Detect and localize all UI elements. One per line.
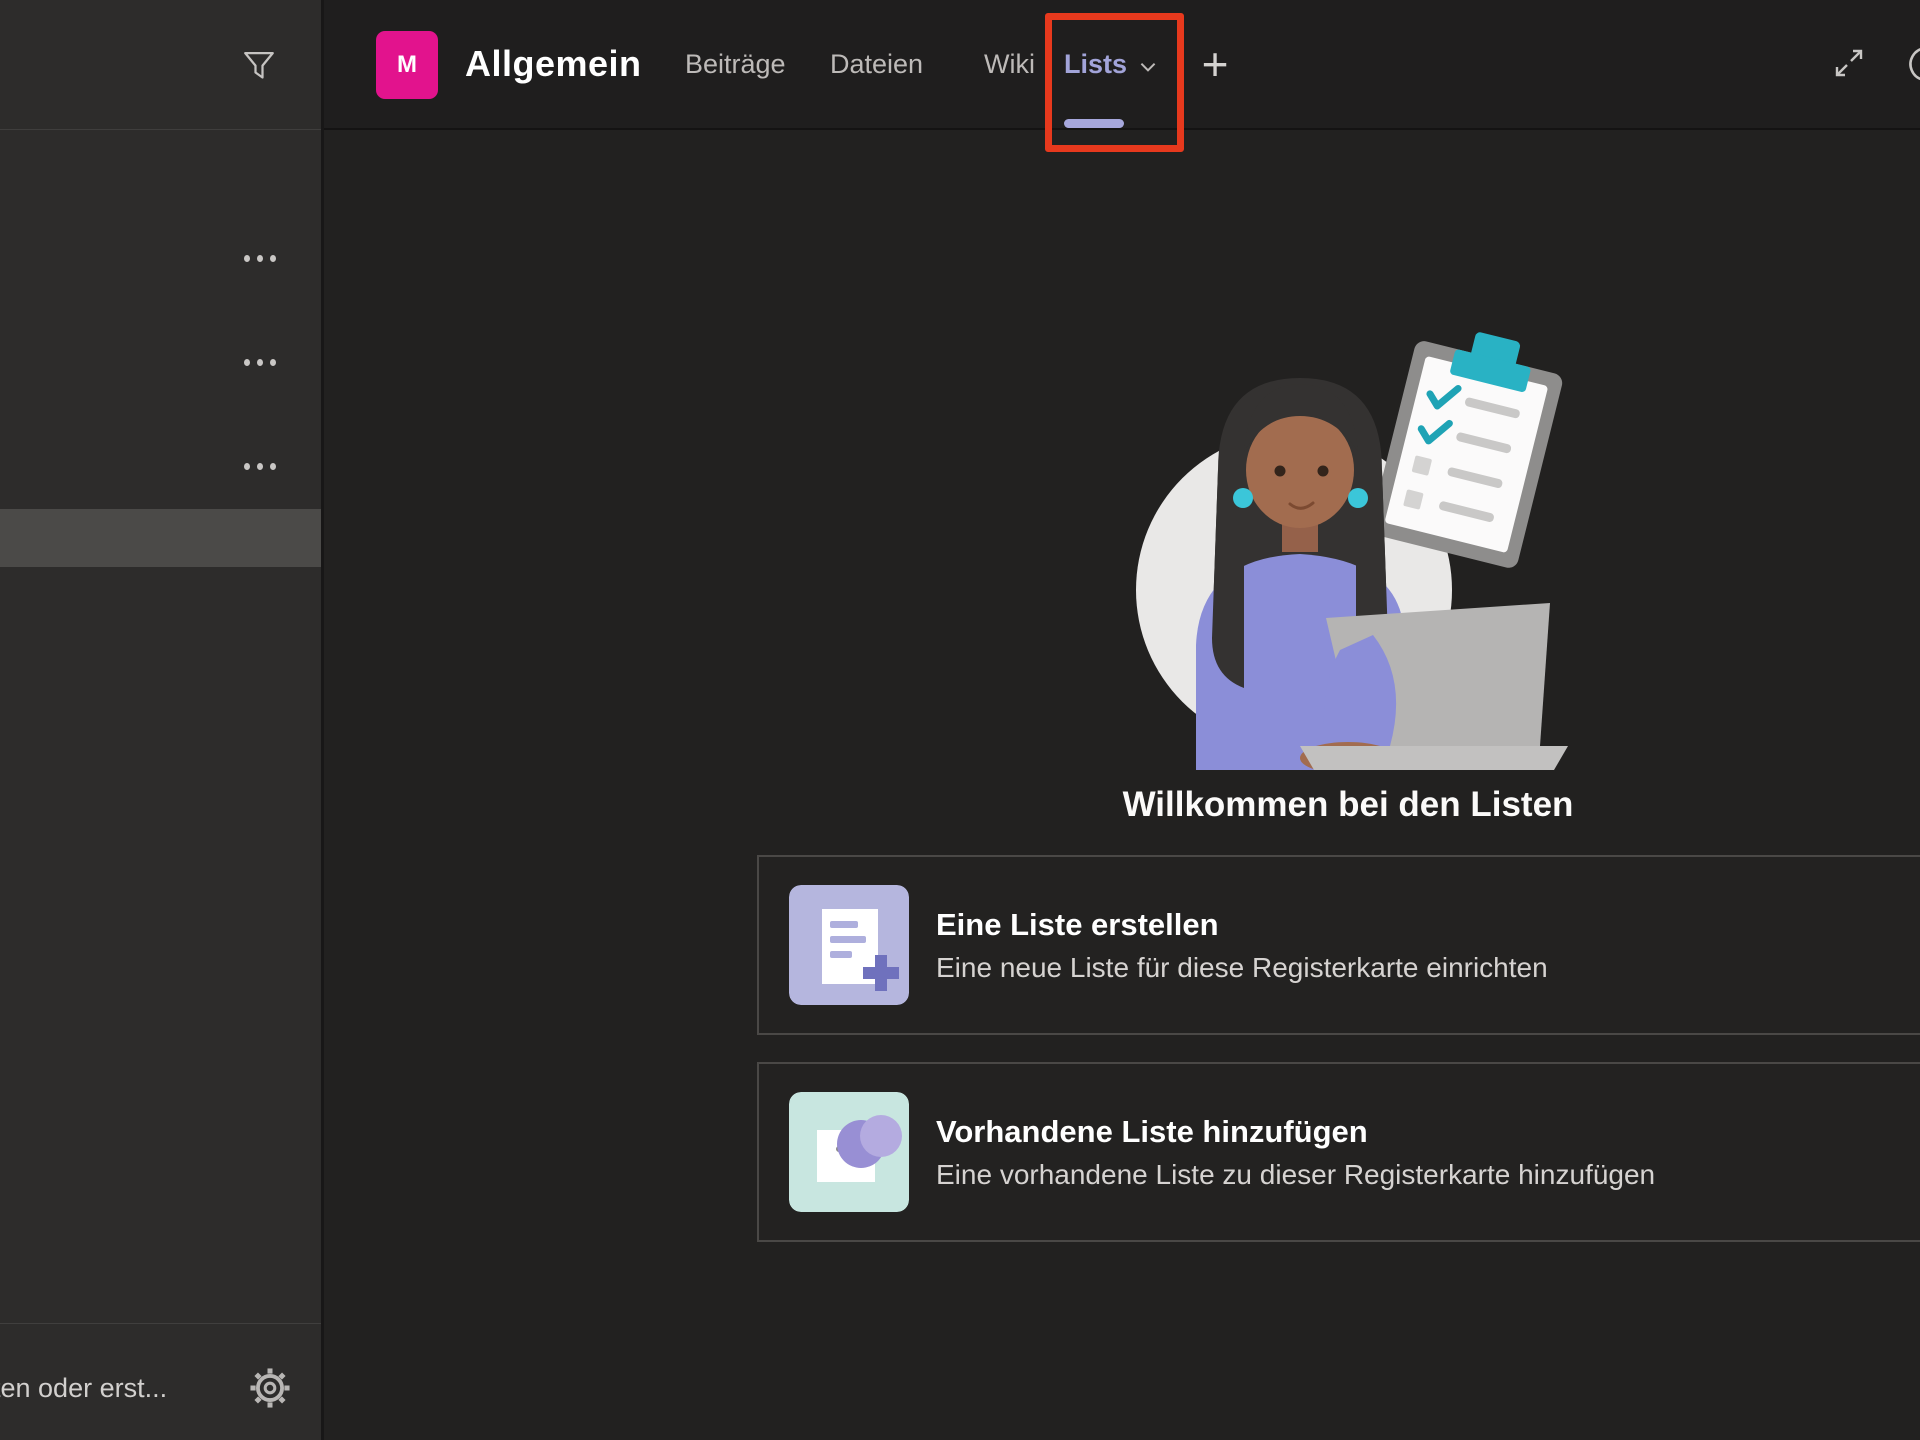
gear-icon [247,1365,293,1411]
chevron-down-icon [1137,56,1159,78]
card-description: Eine vorhandene Liste zu dieser Register… [936,1158,1655,1192]
tab-beitraege[interactable]: Beiträge [685,0,786,128]
tab-dateien[interactable]: Dateien [830,0,923,128]
channel-header: M Allgemein Beiträge Dateien Wiki Lists … [324,0,1920,130]
card-title: Vorhandene Liste hinzufügen [936,1113,1655,1150]
add-tab-button[interactable]: + [1193,0,1237,128]
expand-icon [1831,45,1867,81]
channel-avatar: M [376,31,438,99]
card-title: Eine Liste erstellen [936,906,1548,943]
add-existing-list-icon [789,1092,909,1212]
more-options-button[interactable] [238,451,282,481]
page-title: Allgemein [465,0,642,128]
tab-lists[interactable]: Lists [1064,0,1159,128]
filter-icon [239,45,279,85]
create-list-card[interactable]: Eine Liste erstellen Eine neue Liste für… [757,855,1920,1035]
card-text: Eine Liste erstellen Eine neue Liste für… [936,906,1548,985]
more-options-icon [244,463,250,470]
welcome-title: Willkommen bei den Listen [757,784,1920,826]
sidebar: ten oder erst... [0,0,321,1440]
sidebar-header [0,0,321,130]
card-description: Eine neue Liste für diese Registerkarte … [936,951,1548,985]
tab-wiki[interactable]: Wiki [984,0,1035,128]
refresh-button[interactable] [1902,40,1920,88]
sidebar-footer: ten oder erst... [0,1323,321,1440]
join-or-create-label[interactable]: ten oder erst... [0,1373,167,1404]
avatar-initial: M [397,51,417,79]
more-options-button[interactable] [238,347,282,377]
plus-icon: + [1202,41,1229,87]
more-options-button[interactable] [238,243,282,273]
card-text: Vorhandene Liste hinzufügen Eine vorhand… [936,1113,1655,1192]
refresh-icon [1902,40,1920,88]
expand-button[interactable] [1831,45,1867,81]
filter-button[interactable] [239,45,279,85]
manage-channels-button[interactable] [247,1365,293,1411]
lists-welcome-panel: Willkommen bei den Listen Eine Liste ers… [757,130,1920,1242]
more-options-icon [244,255,250,262]
sidebar-main-divider [321,0,324,1440]
add-existing-list-card[interactable]: Vorhandene Liste hinzufügen Eine vorhand… [757,1062,1920,1242]
sidebar-selected-item[interactable] [0,509,321,567]
create-list-icon [789,885,909,1005]
welcome-illustration [1068,320,1628,770]
active-tab-indicator [1064,119,1124,128]
more-options-icon [244,359,250,366]
